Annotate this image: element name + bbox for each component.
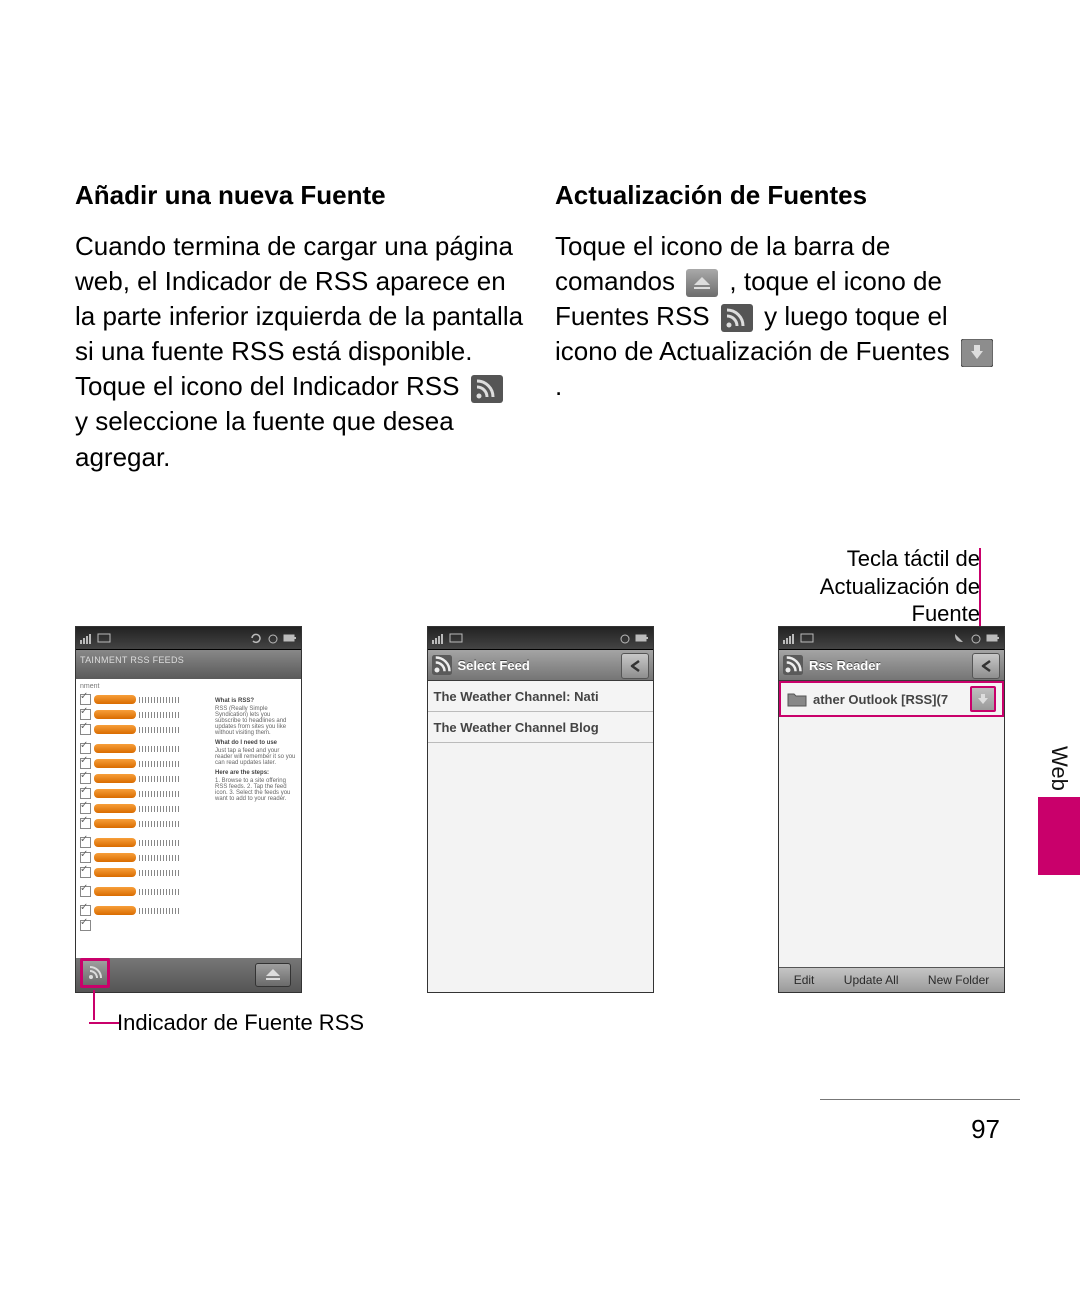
- network-icon: [800, 631, 814, 645]
- help-panel: What is RSS? RSS (Really Simple Syndicat…: [215, 694, 297, 939]
- callout-leader-rss-h: [89, 1018, 119, 1028]
- paragraph-update-feeds: Toque el icono de la barra de comandos ,…: [555, 229, 1005, 404]
- back-button[interactable]: [621, 653, 649, 679]
- signal-icon: [80, 631, 94, 645]
- page-number: 97: [971, 1114, 1000, 1145]
- status-bar: [76, 627, 301, 650]
- battery-icon: [986, 631, 1000, 645]
- softkey-bar: Edit Update All New Folder: [779, 967, 1004, 992]
- alarm-icon: [969, 631, 983, 645]
- softkey-new-folder[interactable]: New Folder: [926, 973, 991, 987]
- softkey-edit[interactable]: Edit: [792, 973, 817, 987]
- battery-icon: [283, 631, 297, 645]
- softkey-update-all[interactable]: Update All: [842, 973, 901, 987]
- refresh-feed-button[interactable]: [970, 686, 996, 712]
- back-button[interactable]: [972, 653, 1000, 679]
- paragraph-add-feed: Cuando termina de cargar una página web,…: [75, 229, 525, 475]
- signal-icon: [783, 631, 797, 645]
- rss-icon: [783, 655, 803, 675]
- add-feed-text-after: y seleccione la fuente que desea agregar…: [75, 406, 454, 471]
- callout-leader-rss-v: [89, 990, 99, 1020]
- alarm-icon: [266, 631, 280, 645]
- screenshot-select-feed: Select Feed The Weather Channel: Nati Th…: [427, 626, 654, 993]
- callout-refresh-key: Tecla táctil de Actualización de Fuente: [780, 545, 980, 628]
- network-icon: [97, 631, 111, 645]
- rss-reader-title: Rss Reader: [809, 658, 881, 673]
- browser-header: TAINMENT RSS FEEDS: [76, 650, 301, 679]
- feed-item-highlighted[interactable]: ather Outlook [RSS](7: [779, 681, 1004, 717]
- sync-icon: [249, 631, 263, 645]
- feed-item[interactable]: The Weather Channel: Nati: [428, 681, 653, 712]
- refresh-feeds-icon: [961, 339, 993, 367]
- tiny-category: nment: [80, 683, 297, 690]
- network-icon: [449, 631, 463, 645]
- call-icon: [952, 631, 966, 645]
- rss-indicator-icon: [471, 375, 503, 403]
- add-feed-text-before: Cuando termina de cargar una página web,…: [75, 231, 523, 401]
- select-feed-title: Select Feed: [458, 658, 530, 673]
- rss-indicator-button[interactable]: [80, 958, 110, 988]
- command-bar-icon: [686, 269, 718, 297]
- rss-reader-titlebar: Rss Reader: [779, 650, 1004, 681]
- screenshot-rss-reader: Rss Reader ather Outlook [RSS](7 Edit: [778, 626, 1005, 993]
- footer-rule: [820, 1099, 1020, 1100]
- status-bar: [428, 627, 653, 650]
- heading-update-feeds: Actualización de Fuentes: [555, 180, 1005, 211]
- signal-icon: [432, 631, 446, 645]
- rss-feeds-icon: [721, 304, 753, 332]
- battery-icon: [635, 631, 649, 645]
- feed-item-label: ather Outlook [RSS](7: [813, 692, 948, 707]
- callout-rss-indicator: Indicador de Fuente RSS: [117, 1009, 364, 1037]
- upd-text-4: .: [555, 371, 562, 401]
- heading-add-feed: Añadir una nueva Fuente: [75, 180, 525, 211]
- feed-item[interactable]: The Weather Channel Blog: [428, 712, 653, 743]
- alarm-icon: [618, 631, 632, 645]
- section-tab-label: Web: [1038, 740, 1080, 797]
- screenshot-browser: TAINMENT RSS FEEDS nment: [75, 626, 302, 993]
- folder-icon: [787, 690, 807, 708]
- command-bar-button[interactable]: [255, 963, 291, 987]
- section-tab-web: Web: [1038, 740, 1080, 875]
- select-feed-titlebar: Select Feed: [428, 650, 653, 681]
- status-bar: [779, 627, 1004, 650]
- rss-icon: [432, 655, 452, 675]
